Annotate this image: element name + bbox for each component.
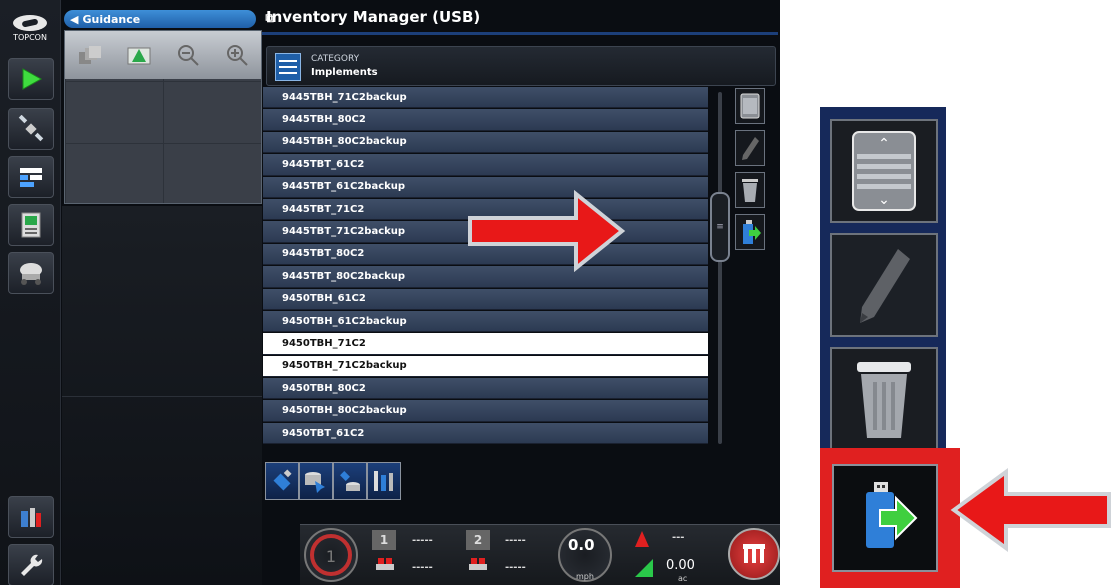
vehicle-icon[interactable] — [8, 252, 54, 294]
svg-text:⌄: ⌄ — [878, 192, 890, 208]
tools-icon — [374, 471, 393, 491]
scrollbar-track[interactable] — [718, 92, 722, 444]
zoom-delete-button[interactable] — [830, 347, 938, 451]
zoom-select-all-button[interactable]: ⌃ ⌄ — [830, 119, 938, 223]
implement-status-button[interactable] — [728, 528, 780, 580]
section1-bottom-value: ----- — [412, 562, 433, 573]
chevron-left-icon: ◀ — [70, 12, 79, 26]
delete-icon — [857, 362, 911, 438]
area-value: 0.00 — [666, 558, 695, 573]
field-view-icon[interactable] — [124, 42, 154, 68]
page-title: Inventory Manager (USB) — [266, 8, 481, 26]
guidance-tab[interactable]: ◀ Guidance ⧉ — [64, 10, 274, 28]
category-label: CATEGORY — [311, 54, 360, 64]
list-item[interactable]: 9450TBH_61C2 — [263, 288, 708, 310]
svg-text:1: 1 — [326, 547, 336, 566]
console-icon[interactable] — [8, 204, 54, 246]
file-manager-icon[interactable] — [8, 496, 54, 538]
list-item[interactable]: 9450TBT_61C2 — [263, 422, 708, 445]
heading-arrow-icon — [635, 531, 649, 547]
transfer-button[interactable] — [333, 462, 367, 500]
panel-divider — [62, 396, 262, 397]
section2-bottom-value: ----- — [505, 562, 526, 573]
screenshot-panel: TOPCON ◀ Guidance ⧉ Inventory Manager (U… — [0, 0, 780, 585]
area-unit: ac — [678, 574, 688, 583]
section1-rate-icon — [376, 558, 394, 570]
export-to-usb-icon — [866, 482, 918, 548]
scrollbar-thumb[interactable]: ≡ — [710, 192, 730, 262]
play-icon[interactable] — [8, 58, 54, 100]
zoom-out-icon[interactable] — [173, 42, 203, 68]
list-item[interactable]: 9450TBH_71C2backup — [263, 355, 708, 378]
list-item[interactable]: 9445TBH_80C2backup — [263, 131, 708, 154]
highlight-box — [820, 448, 960, 588]
list-item[interactable]: 9445TBH_80C2 — [263, 109, 708, 131]
zoomed-toolbar-panel: ⌃ ⌄ — [820, 107, 960, 588]
list-item[interactable]: 9445TBH_71C2backup — [263, 87, 708, 109]
select-all-icon — [740, 93, 760, 119]
guidance-label: Guidance — [82, 12, 141, 26]
tools-button[interactable] — [367, 462, 401, 500]
delete-button[interactable] — [735, 172, 765, 208]
zoom-in-icon[interactable] — [222, 42, 252, 68]
select-all-button[interactable] — [735, 88, 765, 124]
list-item[interactable]: 9450TBH_80C2backup — [263, 400, 708, 422]
list-item[interactable]: 9450TBH_80C2 — [263, 378, 708, 400]
guidance-toolbar — [65, 31, 261, 79]
section2-indicator: 2 — [466, 530, 490, 550]
edit-button[interactable] — [735, 130, 765, 166]
guidance-map[interactable] — [64, 30, 262, 204]
edit-icon — [860, 249, 910, 323]
category-scroll-icon — [275, 53, 301, 81]
satellite-icon[interactable] — [8, 108, 54, 150]
wrench-icon[interactable] — [8, 544, 54, 585]
area-icon — [635, 559, 653, 577]
section1-indicator: 1 — [372, 530, 396, 550]
list-item[interactable]: 9450TBH_61C2backup — [263, 310, 708, 333]
copy-to-database-icon — [305, 472, 325, 493]
category-value: Implements — [311, 67, 378, 78]
heading-value: --- — [672, 532, 685, 543]
svg-text:⌃: ⌃ — [878, 136, 890, 152]
status-bar: 1 1 ----- ----- 2 ----- ----- 0.0 mph --… — [300, 520, 780, 585]
category-selector[interactable]: CATEGORY Implements — [266, 46, 776, 86]
section2-rate-icon — [469, 558, 487, 570]
view-3d-icon[interactable] — [75, 42, 105, 68]
export-to-usb-button[interactable] — [735, 214, 765, 250]
left-rail: TOPCON — [0, 0, 61, 585]
transfer-icon — [340, 471, 360, 491]
topcon-logo: TOPCON — [6, 8, 54, 48]
left-lower-panel — [62, 206, 262, 585]
zoom-edit-button[interactable] — [830, 233, 938, 337]
copy-to-database-button[interactable] — [299, 462, 333, 500]
usb-icon — [273, 469, 292, 491]
list-item[interactable]: 9445TBT_61C2 — [263, 154, 708, 176]
section2-top-value: ----- — [505, 535, 526, 546]
select-all-icon: ⌃⌄ — [852, 131, 916, 211]
speed-value: 0.0 — [568, 536, 595, 554]
section1-top-value: ----- — [412, 535, 433, 546]
zoom-export-to-usb-button[interactable] — [832, 464, 938, 572]
layout-icon[interactable] — [8, 156, 54, 198]
section-control-dial[interactable]: 1 — [304, 528, 358, 582]
edit-icon — [742, 137, 759, 160]
pointer-arrow-icon — [950, 468, 1111, 552]
usb-button[interactable] — [265, 462, 299, 500]
delete-icon — [742, 179, 758, 202]
annotation-arrow-icon — [468, 190, 626, 272]
title-divider — [262, 32, 778, 35]
export-to-usb-icon — [743, 220, 761, 244]
list-item[interactable]: 9450TBH_71C2 — [263, 333, 708, 355]
speed-unit: mph — [576, 572, 594, 581]
